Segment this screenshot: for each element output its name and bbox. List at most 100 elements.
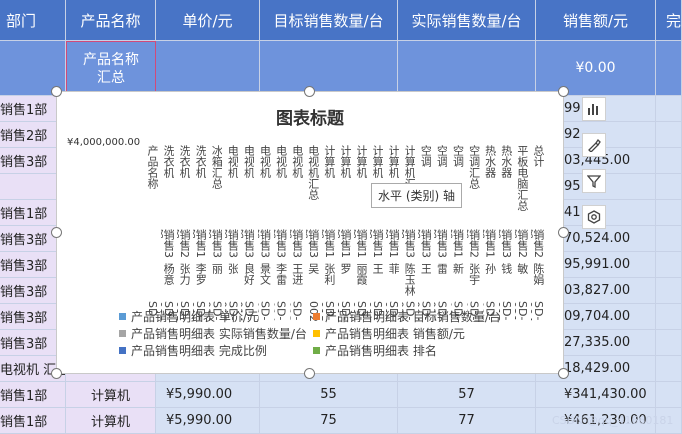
category-tick-label: 销售3部 — [434, 229, 448, 258]
category-tick-label: 销售1部 — [338, 229, 351, 258]
category-label: 电视机销售3部王进SD-013 — [290, 145, 303, 330]
completion-cell[interactable] — [656, 252, 682, 278]
category-tick-label: 洗衣机 — [162, 145, 175, 178]
header-completion[interactable]: 完 — [656, 0, 682, 41]
category-tick-label: 电视机 — [226, 145, 239, 178]
header-dept[interactable]: 部门 — [0, 0, 66, 41]
category-tick-label: 销售2部 — [531, 229, 544, 258]
resize-handle-top-right[interactable] — [558, 86, 569, 97]
category-tick-label: 洗衣机 — [178, 145, 191, 178]
dept-cell[interactable]: 销售1部 — [0, 408, 66, 434]
category-tick-label: 张力 — [178, 263, 191, 285]
legend-label: 产品销售明细表 实际销售数量/台 — [131, 327, 307, 341]
completion-cell[interactable] — [656, 278, 682, 304]
resize-handle-bottom-right[interactable] — [558, 368, 569, 379]
category-tick-label: 销售1部 — [354, 229, 368, 258]
category-tick-label: 王 — [419, 263, 432, 274]
summary-target-cell[interactable] — [260, 41, 398, 96]
legend-item[interactable]: 产品销售明细表 排名 — [313, 342, 437, 359]
completion-cell[interactable] — [656, 174, 682, 200]
completion-cell[interactable] — [656, 200, 682, 226]
category-tick-label — [145, 263, 158, 297]
category-tick-label: 电视机汇总 — [306, 145, 319, 200]
resize-handle-top[interactable] — [304, 86, 315, 97]
category-tick-label: SD-004 — [531, 301, 544, 322]
category-tick-label: 计算机 — [338, 145, 351, 178]
summary-amount-cell[interactable]: ¥0.00 — [536, 41, 656, 96]
header-target-qty[interactable]: 目标销售数量/台 — [260, 0, 398, 41]
category-label: 计算机销售1部罗SD-015 — [338, 145, 351, 330]
chart-object[interactable]: 图表标题 ¥4,000,000.00 产品名称SD洗衣机销售3部杨意SD-015… — [56, 91, 564, 374]
chart-styles-icon[interactable] — [582, 133, 606, 157]
header-price[interactable]: 单价/元 — [156, 0, 260, 41]
price-cell[interactable]: ¥5,990.00 — [156, 408, 260, 434]
header-product[interactable]: 产品名称 — [66, 0, 156, 41]
category-tick-label: 销售3部 — [225, 229, 239, 258]
price-cell[interactable]: ¥5,990.00 — [156, 382, 260, 408]
category-label: 电视机销售3部良好SD-014 — [241, 145, 254, 330]
legend-item[interactable]: 产品销售明细表 单价/元 — [119, 308, 259, 325]
category-label: 热水器销售3部钱SD-013 — [499, 145, 512, 330]
category-tick-label: 计算机 — [355, 145, 368, 178]
summary-price-cell[interactable] — [156, 41, 260, 96]
legend-swatch — [119, 313, 126, 320]
completion-cell[interactable] — [656, 304, 682, 330]
legend-item[interactable]: 产品销售明细表 实际销售数量/台 — [119, 325, 307, 342]
legend-item[interactable]: 产品销售明细表 完成比例 — [119, 342, 267, 359]
resize-handle-bottom-left[interactable] — [51, 368, 62, 379]
completion-cell[interactable] — [656, 122, 682, 148]
category-tick-label: 洗衣机 — [194, 145, 207, 178]
header-actual-qty[interactable]: 实际销售数量/台 — [398, 0, 536, 41]
completion-cell[interactable] — [656, 226, 682, 252]
target-qty-cell[interactable]: 55 — [260, 382, 398, 408]
product-cell[interactable]: 计算机 — [66, 408, 156, 434]
category-tick-label: 销售3部 — [161, 229, 175, 258]
category-label: 洗衣机销售2部张力SD-015 — [177, 145, 190, 330]
category-tick-label: 销售1部 — [386, 229, 400, 258]
summary-completion-cell[interactable] — [656, 41, 682, 96]
category-label: 电视机销售3部李雷SD-014 — [274, 145, 287, 330]
completion-cell[interactable] — [656, 356, 682, 382]
completion-cell[interactable] — [656, 330, 682, 356]
category-tick-label — [145, 229, 158, 259]
resize-handle-left[interactable] — [51, 227, 62, 238]
product-cell[interactable]: 计算机 — [66, 382, 156, 408]
legend-swatch — [119, 330, 126, 337]
summary-product-cell[interactable]: 产品名称 汇总 — [66, 41, 156, 96]
resize-handle-top-left[interactable] — [51, 86, 62, 97]
resize-handle-bottom[interactable] — [304, 368, 315, 379]
chart-title[interactable]: 图表标题 — [57, 104, 563, 129]
watermark: CSDN @qq_41660181 — [552, 414, 674, 427]
actual-qty-cell[interactable]: 77 — [398, 408, 536, 434]
dept-cell[interactable]: 销售1部 — [0, 382, 66, 408]
chart-plot-area[interactable]: 产品名称SD洗衣机销售3部杨意SD-015洗衣机销售2部张力SD-015洗衣机销… — [145, 145, 547, 330]
summary-actual-cell[interactable] — [398, 41, 536, 96]
completion-cell[interactable] — [656, 382, 682, 408]
settings-icon[interactable] — [582, 205, 606, 229]
chart-filters-icon[interactable] — [582, 169, 606, 193]
category-tick-label: 销售1部 — [193, 229, 207, 258]
category-tick-label: 罗 — [338, 263, 351, 274]
header-amount[interactable]: 销售额/元 — [536, 0, 656, 41]
actual-qty-cell[interactable]: 57 — [398, 382, 536, 408]
resize-handle-right[interactable] — [558, 227, 569, 238]
target-qty-cell[interactable]: 75 — [260, 408, 398, 434]
category-tick-label: 热水器 — [483, 145, 496, 178]
category-label: 洗衣机销售3部杨意SD-015 — [161, 145, 174, 330]
completion-cell[interactable] — [656, 96, 682, 122]
legend-item[interactable]: 产品销售明细表 销售额/元 — [313, 325, 465, 342]
amount-cell[interactable]: ¥341,430.00 — [536, 382, 656, 408]
legend-label: 产品销售明细表 排名 — [325, 344, 437, 358]
category-tick-label: SD-021 — [515, 301, 528, 322]
category-tick-label: 杨意 — [162, 263, 175, 285]
category-label: 洗衣机销售1部李罗SD-015 — [193, 145, 206, 330]
chart-elements-icon[interactable] — [582, 97, 606, 121]
category-tick-label: 销售2部 — [177, 229, 191, 258]
category-tick-label: 李罗 — [194, 263, 207, 285]
category-tick-label: 景文 — [258, 263, 271, 285]
category-tick-label: 丽霞 — [355, 263, 368, 285]
completion-cell[interactable] — [656, 148, 682, 174]
legend-item[interactable]: 产品销售明细表 目标销售数量/台 — [313, 308, 501, 325]
category-tick-label: 总计 — [531, 145, 544, 167]
category-label: 空调销售3部王SD-004 — [418, 145, 431, 330]
